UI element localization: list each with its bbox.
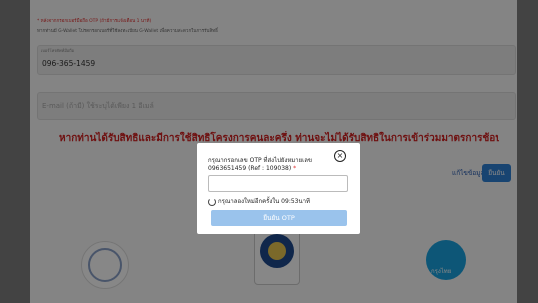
resend-timer: กรุณาลองใหม่อีกครั้งใน 09:53นาที <box>208 196 310 206</box>
otp-phone-ref-text: 0963651459 (Ref : 109038) <box>208 165 292 172</box>
resend-text: กรุณาลองใหม่อีกครั้งใน 09:53นาที <box>218 198 310 205</box>
close-icon[interactable]: × <box>334 150 346 162</box>
required-mark: * <box>293 165 297 172</box>
confirm-otp-button[interactable]: ยืนยัน OTP <box>211 210 347 226</box>
otp-input[interactable] <box>208 175 348 192</box>
refresh-icon[interactable] <box>208 197 216 206</box>
otp-phone-ref: 0963651459 (Ref : 109038) * <box>208 165 296 172</box>
otp-modal: กรุณากรอกเลข OTP ที่ส่งไปยังหมายเลข 0963… <box>197 143 360 234</box>
otp-instruction: กรุณากรอกเลข OTP ที่ส่งไปยังหมายเลข <box>208 157 312 164</box>
